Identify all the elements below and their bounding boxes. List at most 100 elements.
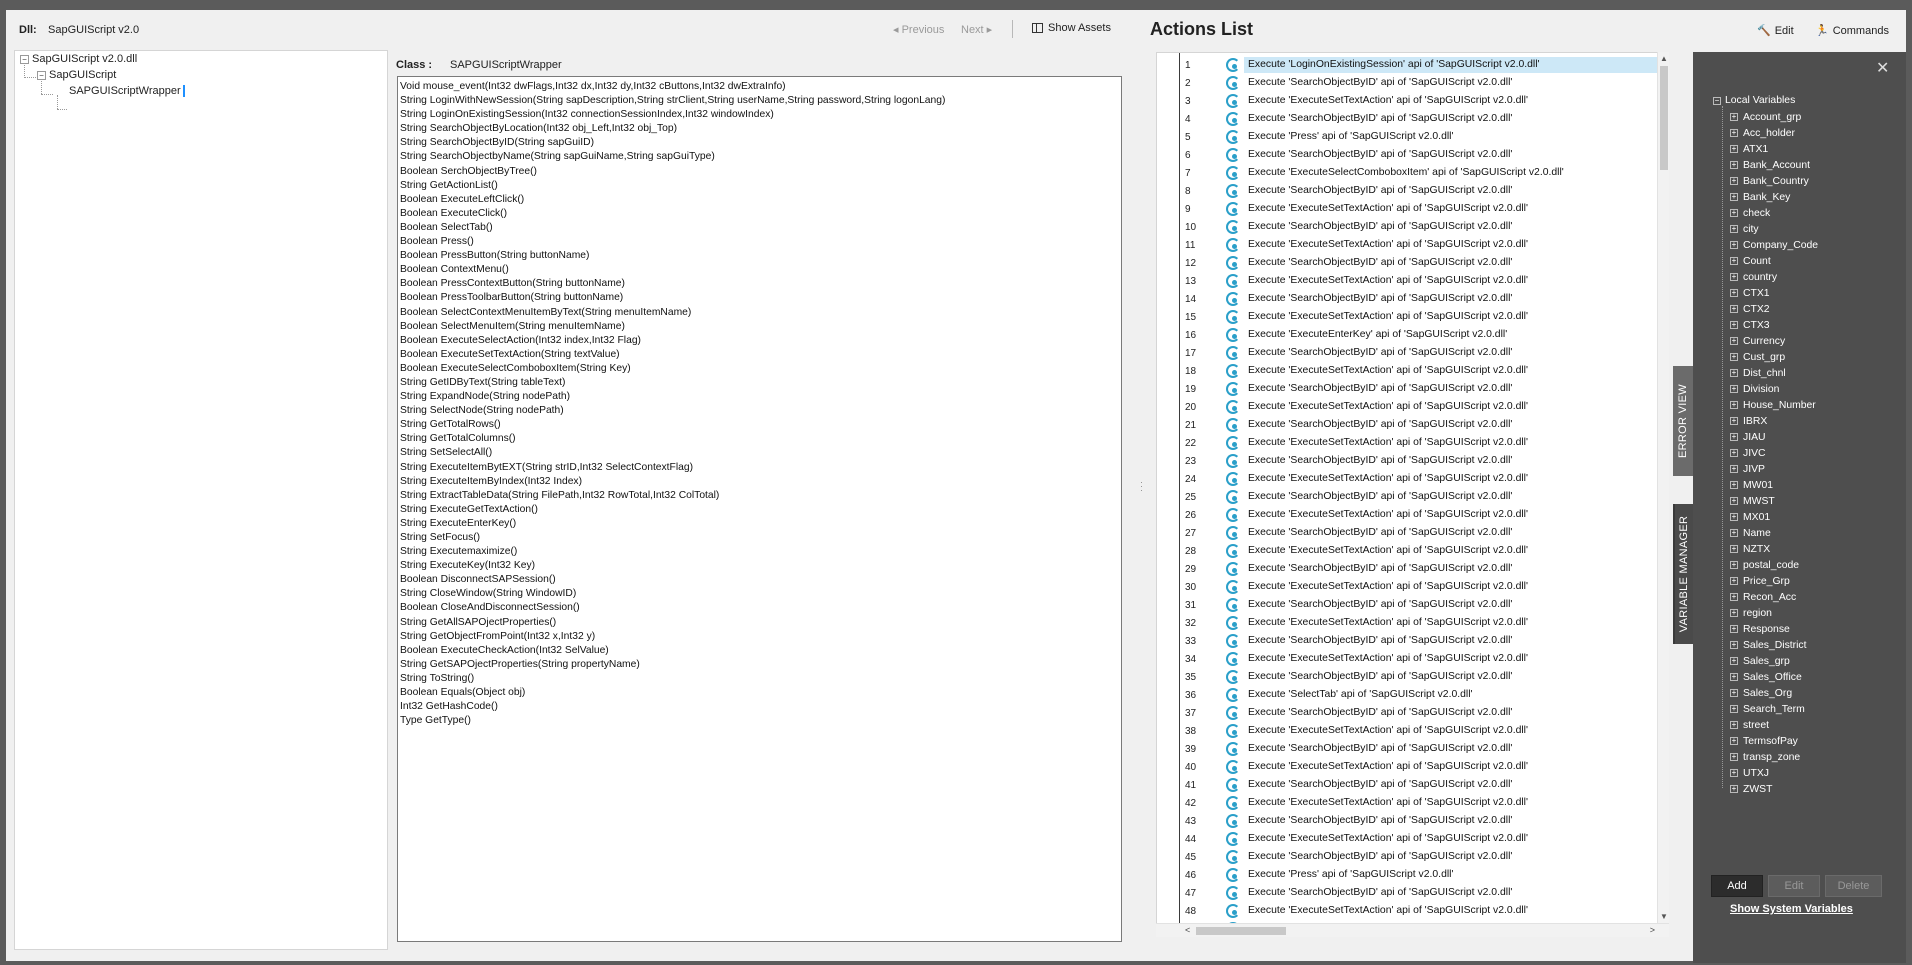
action-row[interactable]: 3 Execute 'ExecuteSetTextAction' api of '…	[1157, 92, 1654, 110]
expand-icon[interactable]: +	[1730, 113, 1738, 121]
action-row[interactable]: 25 Execute 'SearchObjectByID' api of 'Sap…	[1157, 488, 1654, 506]
close-icon[interactable]: ✕	[1876, 58, 1889, 78]
action-row[interactable]: 37 Execute 'SearchObjectByID' api of 'Sap…	[1157, 704, 1654, 722]
method-signature[interactable]: String SearchObjectbyName(String sapGuiN…	[400, 150, 1119, 164]
method-signature[interactable]: Boolean SelectTab()	[400, 221, 1119, 235]
method-signature[interactable]: Boolean SelectMenuItem(String menuItemNa…	[400, 320, 1119, 334]
variable-item[interactable]: + MX01	[1730, 509, 1818, 525]
variable-item[interactable]: + Company_Code	[1730, 237, 1818, 253]
method-signature[interactable]: Boolean ExecuteClick()	[400, 207, 1119, 221]
expand-icon[interactable]: +	[1730, 209, 1738, 217]
expand-icon[interactable]: +	[1730, 705, 1738, 713]
variable-item[interactable]: + Name	[1730, 525, 1818, 541]
action-row[interactable]: 10 Execute 'SearchObjectByID' api of 'Sap…	[1157, 218, 1654, 236]
method-signature[interactable]: String ExtractTableData(String FilePath,…	[400, 489, 1119, 503]
action-row[interactable]: 1 Execute 'LoginOnExistingSession' api of…	[1157, 56, 1664, 74]
method-signature[interactable]: String GetTotalRows()	[400, 418, 1119, 432]
expand-icon[interactable]: +	[1730, 129, 1738, 137]
method-signature[interactable]: Void mouse_event(Int32 dwFlags,Int32 dx,…	[400, 80, 1119, 94]
expand-icon[interactable]: +	[1730, 273, 1738, 281]
variable-item[interactable]: + IBRX	[1730, 413, 1818, 429]
variable-item[interactable]: + Account_grp	[1730, 109, 1818, 125]
action-row[interactable]: 42 Execute 'ExecuteSetTextAction' api of …	[1157, 794, 1654, 812]
action-row[interactable]: 4 Execute 'SearchObjectByID' api of 'SapG…	[1157, 110, 1654, 128]
actions-vertical-scrollbar[interactable]: ▲ ▼	[1657, 52, 1669, 923]
expand-icon[interactable]: +	[1730, 305, 1738, 313]
method-signature[interactable]: Boolean Press()	[400, 235, 1119, 249]
action-row[interactable]: 24 Execute 'ExecuteSetTextAction' api of …	[1157, 470, 1654, 488]
variable-item[interactable]: + Recon_Acc	[1730, 589, 1818, 605]
method-signature[interactable]: String ToString()	[400, 672, 1119, 686]
variable-item[interactable]: + street	[1730, 717, 1818, 733]
action-row[interactable]: 5 Execute 'Press' api of 'SapGUIScript v2…	[1157, 128, 1654, 146]
action-row[interactable]: 39 Execute 'SearchObjectByID' api of 'Sap…	[1157, 740, 1654, 758]
scroll-thumb[interactable]	[1196, 927, 1286, 935]
action-row[interactable]: 29 Execute 'SearchObjectByID' api of 'Sap…	[1157, 560, 1654, 578]
expand-icon[interactable]: +	[1730, 545, 1738, 553]
variable-item[interactable]: + JIVP	[1730, 461, 1818, 477]
variable-item[interactable]: + Sales_Org	[1730, 685, 1818, 701]
variable-item[interactable]: + city	[1730, 221, 1818, 237]
variable-item[interactable]: + Bank_Account	[1730, 157, 1818, 173]
action-row[interactable]: 44 Execute 'ExecuteSetTextAction' api of …	[1157, 830, 1654, 848]
method-signature[interactable]: String SearchObjectByID(String sapGuiID)	[400, 136, 1119, 150]
method-signature[interactable]: String ExecuteItemBytEXT(String strID,In…	[400, 461, 1119, 475]
expand-icon[interactable]: +	[1730, 593, 1738, 601]
expand-icon[interactable]: +	[1730, 321, 1738, 329]
variable-item[interactable]: + Sales_Office	[1730, 669, 1818, 685]
action-row[interactable]: 47 Execute 'SearchObjectByID' api of 'Sap…	[1157, 884, 1654, 902]
method-signature[interactable]: Boolean PressContextButton(String button…	[400, 277, 1119, 291]
variable-item[interactable]: + postal_code	[1730, 557, 1818, 573]
variable-item[interactable]: + House_Number	[1730, 397, 1818, 413]
action-row[interactable]: 32 Execute 'ExecuteSetTextAction' api of …	[1157, 614, 1654, 632]
action-row[interactable]: 6 Execute 'SearchObjectByID' api of 'SapG…	[1157, 146, 1654, 164]
action-row[interactable]: 17 Execute 'SearchObjectByID' api of 'Sap…	[1157, 344, 1654, 362]
variable-item[interactable]: + Sales_District	[1730, 637, 1818, 653]
action-row[interactable]: 34 Execute 'ExecuteSetTextAction' api of …	[1157, 650, 1654, 668]
actions-horizontal-scrollbar[interactable]: < >	[1156, 923, 1669, 937]
action-row[interactable]: 33 Execute 'SearchObjectByID' api of 'Sap…	[1157, 632, 1654, 650]
tree-node-local-variables[interactable]: − Local Variables	[1713, 95, 1795, 106]
method-signature[interactable]: Boolean ExecuteCheckAction(Int32 SelValu…	[400, 644, 1119, 658]
method-signature[interactable]: Boolean PressToolbarButton(String button…	[400, 291, 1119, 305]
variable-item[interactable]: + Response	[1730, 621, 1818, 637]
variable-item[interactable]: + Count	[1730, 253, 1818, 269]
method-signature[interactable]: Boolean ExecuteSelectAction(Int32 index,…	[400, 334, 1119, 348]
variable-item[interactable]: + TermsofPay	[1730, 733, 1818, 749]
collapse-icon[interactable]: −	[20, 54, 29, 64]
tree-node-namespace[interactable]: − SapGUIScript	[37, 69, 116, 81]
previous-button[interactable]: ◂ Previous	[893, 23, 944, 36]
variable-item[interactable]: + Currency	[1730, 333, 1818, 349]
action-row[interactable]: 36 Execute 'SelectTab' api of 'SapGUIScri…	[1157, 686, 1654, 704]
expand-icon[interactable]: +	[1730, 529, 1738, 537]
variable-item[interactable]: + Acc_holder	[1730, 125, 1818, 141]
commands-button[interactable]: 🏃 Commands	[1815, 24, 1889, 38]
method-signature[interactable]: Int32 GetHashCode()	[400, 700, 1119, 714]
actions-list[interactable]: 1 Execute 'LoginOnExistingSession' api of…	[1156, 52, 1669, 937]
method-signature[interactable]: String ExecuteKey(Int32 Key)	[400, 559, 1119, 573]
action-row[interactable]: 11 Execute 'ExecuteSetTextAction' api of …	[1157, 236, 1654, 254]
method-signature[interactable]: Boolean ExecuteSelectComboboxItem(String…	[400, 362, 1119, 376]
action-row[interactable]: 7 Execute 'ExecuteSelectComboboxItem' api…	[1157, 164, 1654, 182]
action-row[interactable]: 31 Execute 'SearchObjectByID' api of 'Sap…	[1157, 596, 1654, 614]
expand-icon[interactable]: +	[1730, 241, 1738, 249]
show-assets-button[interactable]: Show Assets	[1032, 22, 1111, 34]
action-row[interactable]: 15 Execute 'ExecuteSetTextAction' api of …	[1157, 308, 1654, 326]
method-signature[interactable]: String GetIDByText(String tableText)	[400, 376, 1119, 390]
expand-icon[interactable]: +	[1730, 177, 1738, 185]
expand-icon[interactable]: +	[1730, 737, 1738, 745]
action-row[interactable]: 14 Execute 'SearchObjectByID' api of 'Sap…	[1157, 290, 1654, 308]
expand-icon[interactable]: +	[1730, 513, 1738, 521]
method-signature[interactable]: String GetObjectFromPoint(Int32 x,Int32 …	[400, 630, 1119, 644]
action-row[interactable]: 43 Execute 'SearchObjectByID' api of 'Sap…	[1157, 812, 1654, 830]
variable-item[interactable]: + JIVC	[1730, 445, 1818, 461]
edit-variable-button[interactable]: Edit	[1768, 875, 1820, 897]
variable-item[interactable]: + Bank_Key	[1730, 189, 1818, 205]
variable-item[interactable]: + Division	[1730, 381, 1818, 397]
action-row[interactable]: 46 Execute 'Press' api of 'SapGUIScript v…	[1157, 866, 1654, 884]
action-row[interactable]: 21 Execute 'SearchObjectByID' api of 'Sap…	[1157, 416, 1654, 434]
variable-item[interactable]: + Dist_chnl	[1730, 365, 1818, 381]
expand-icon[interactable]: +	[1730, 417, 1738, 425]
action-row[interactable]: 16 Execute 'ExecuteEnterKey' api of 'SapG…	[1157, 326, 1654, 344]
expand-icon[interactable]: +	[1730, 161, 1738, 169]
